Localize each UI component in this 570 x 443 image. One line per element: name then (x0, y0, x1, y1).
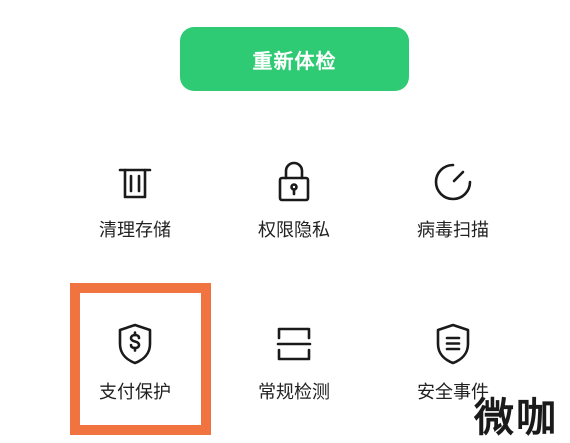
tool-label: 支付保护 (99, 382, 171, 403)
tool-privacy-permissions[interactable]: 权限隐私 (219, 160, 369, 280)
shield-dollar-icon (113, 322, 157, 366)
watermark-logo: 微咖 (418, 389, 558, 441)
tool-clean-storage[interactable]: 清理存储 (60, 160, 210, 280)
watermark-text: 微咖 (474, 395, 558, 441)
scan-gauge-icon (431, 160, 475, 204)
tool-payment-protection[interactable]: 支付保护 (60, 322, 210, 442)
tool-label: 病毒扫描 (417, 220, 489, 241)
tool-virus-scan[interactable]: 病毒扫描 (378, 160, 528, 280)
recheck-button[interactable]: 重新体检 (180, 27, 409, 91)
tool-label: 常规检测 (258, 382, 330, 403)
trash-icon (113, 160, 157, 204)
tool-routine-check[interactable]: 常规检测 (219, 322, 369, 442)
frame-scan-icon (272, 322, 316, 366)
tool-label: 权限隐私 (258, 220, 330, 241)
shield-list-icon (431, 322, 475, 366)
tool-label: 清理存储 (99, 220, 171, 241)
lock-icon (272, 160, 316, 204)
